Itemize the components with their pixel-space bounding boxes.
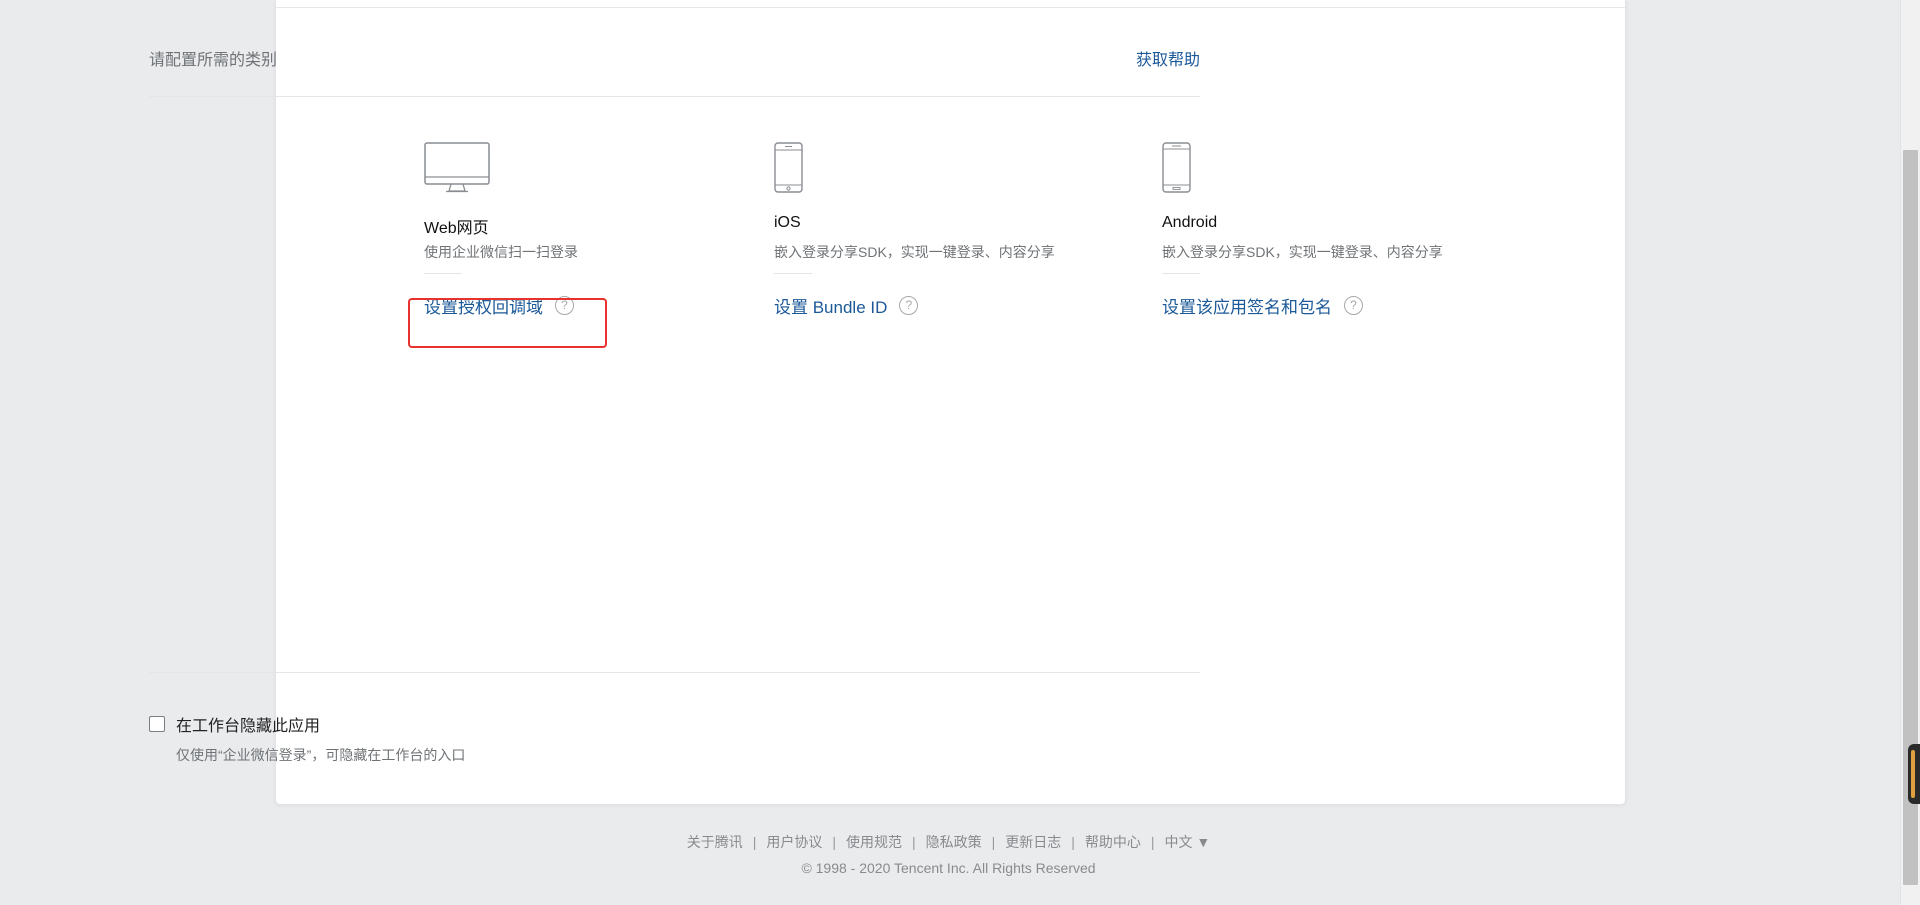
question-circle-icon[interactable]: ? [555,295,574,315]
platform-divider [1162,273,1200,274]
footer-separator: | [832,834,836,850]
platform-divider [424,273,462,274]
side-widget-indicator [1911,750,1915,798]
page: 请配置所需的类别 获取帮助 Web网页 使用企业微信扫一扫登录 设置授权回调域 … [0,0,1920,905]
footer-separator: | [1071,834,1075,850]
hide-in-workbench-option: 在工作台隐藏此应用 [149,712,320,736]
footer-separator: | [1150,834,1155,850]
platform-android: Android 嵌入登录分享SDK，实现一键登录、内容分享 设置该应用签名和包名… [1162,142,1492,318]
platform-description: 嵌入登录分享SDK，实现一键登录、内容分享 [1162,244,1443,260]
section-header: 请配置所需的类别 获取帮助 [149,46,1200,70]
footer-link-help-center[interactable]: 帮助中心 [1085,834,1141,850]
footer-separator: | [991,834,996,850]
platform-ios: iOS 嵌入登录分享SDK，实现一键登录、内容分享 设置 Bundle ID ? [774,142,1104,318]
footer-separator: | [911,834,916,850]
header-divider [149,96,1200,97]
desktop-monitor-icon [424,142,754,194]
set-callback-domain-link[interactable]: 设置授权回调域 [424,293,543,318]
footer-separator: | [752,834,757,850]
side-floating-widget[interactable] [1908,744,1920,804]
platform-description: 嵌入登录分享SDK，实现一键登录、内容分享 [774,244,1055,260]
hide-in-workbench-hint: 仅使用“企业微信登录”，可隐藏在工作台的入口 [176,747,466,763]
hide-in-workbench-label[interactable]: 在工作台隐藏此应用 [176,712,320,736]
footer-link-usage-rules[interactable]: 使用规范 [846,834,902,850]
platform-config: 设置该应用签名和包名 ? [1162,293,1492,318]
footer-link-user-agreement[interactable]: 用户协议 [766,834,822,850]
app-config-card [275,0,1626,805]
platform-name: Web网页 [424,220,489,237]
footer-link-privacy[interactable]: 隐私政策 [926,834,982,850]
footer-link-changelog[interactable]: 更新日志 [1005,834,1061,850]
question-circle-icon[interactable]: ? [899,295,919,315]
bottom-divider [149,672,1200,673]
set-signature-package-link[interactable]: 设置该应用签名和包名 [1162,293,1332,318]
set-bundle-id-link[interactable]: 设置 Bundle ID [774,293,887,318]
platform-name: iOS [774,214,801,231]
platform-web: Web网页 使用企业微信扫一扫登录 设置授权回调域 ? [424,142,754,318]
get-help-link[interactable]: 获取帮助 [1136,46,1200,70]
language-selector[interactable]: 中文 ▼ [1165,834,1211,850]
platform-divider [774,273,812,274]
footer-link-about[interactable]: 关于腾讯 [687,834,743,850]
footer-copyright: © 1998 - 2020 Tencent Inc. All Rights Re… [801,860,1096,876]
platform-description: 使用企业微信扫一扫登录 [424,244,578,260]
section-title: 请配置所需的类别 [149,52,278,69]
platform-name: Android [1162,214,1218,231]
platform-config: 设置 Bundle ID ? [774,293,1104,318]
footer-links: 关于腾讯 | 用户协议 | 使用规范 | 隐私政策 | 更新日志 | 帮助中心 | 中文 ▼ [0,832,1897,852]
question-circle-icon[interactable]: ? [1344,295,1363,315]
hide-in-workbench-checkbox[interactable] [149,716,165,732]
platform-config: 设置授权回调域 ? [424,293,754,318]
iphone-icon [774,142,1104,194]
android-phone-icon [1162,142,1492,194]
card-top-strip [276,0,1625,8]
